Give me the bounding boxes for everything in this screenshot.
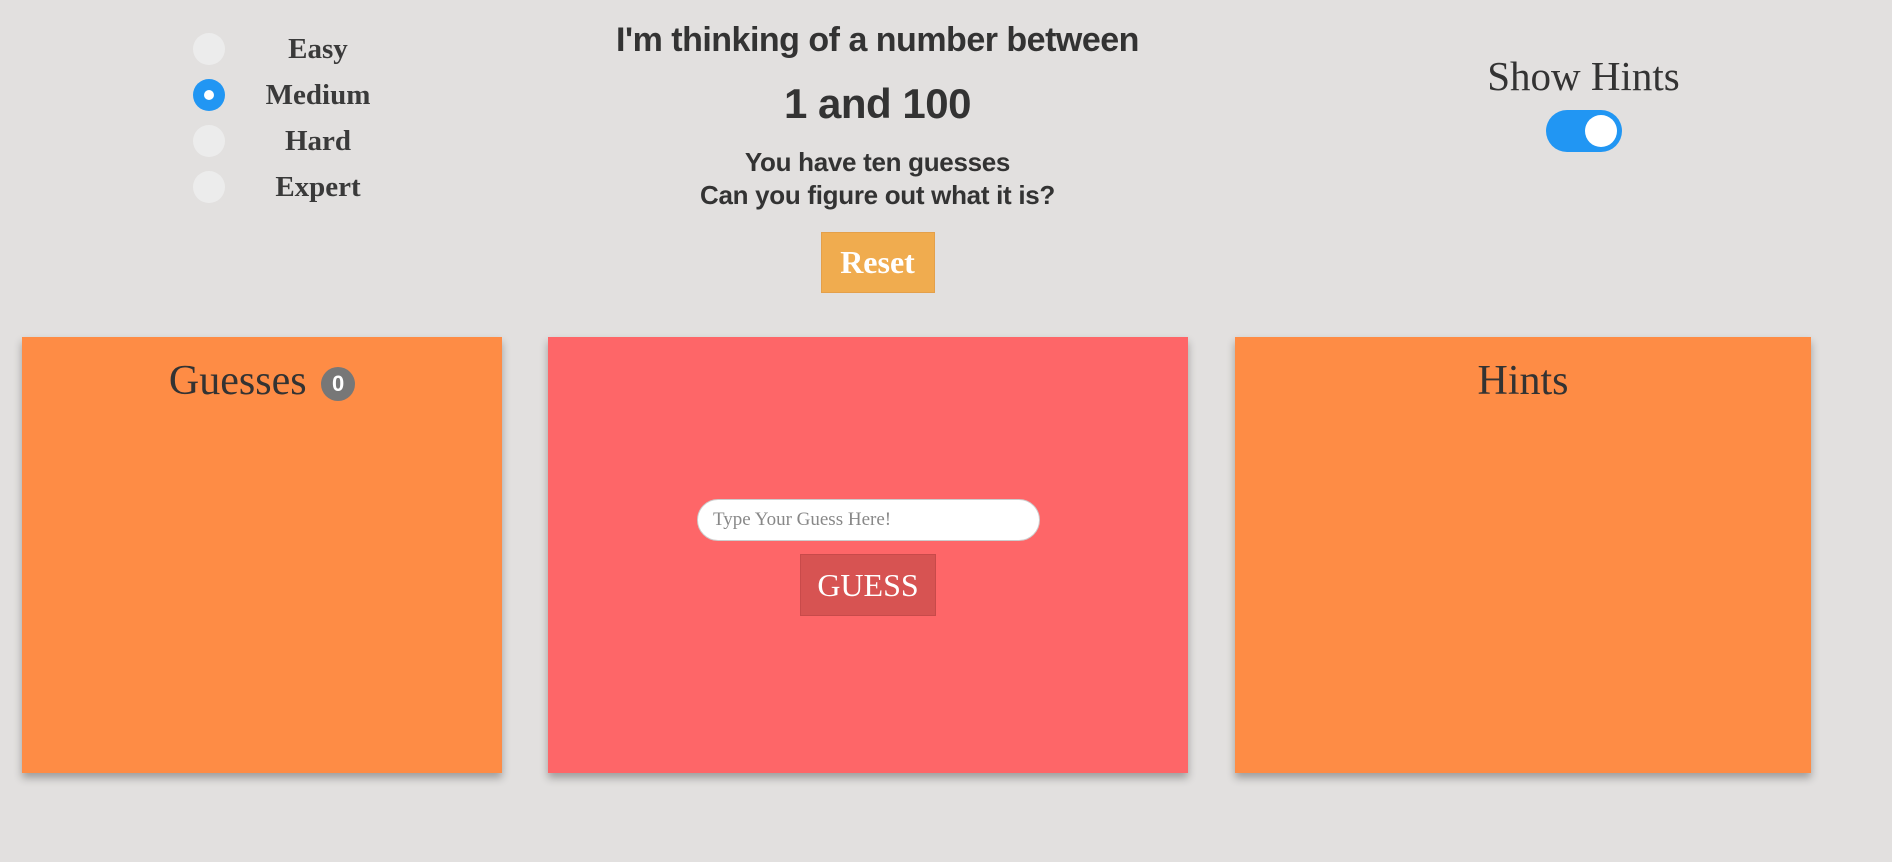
guesses-title: Guesses 0: [22, 357, 502, 405]
guesses-count-text: You have ten guesses: [744, 147, 1011, 177]
difficulty-option-hard[interactable]: Hard: [193, 122, 433, 168]
number-range: 1 and 100: [784, 80, 971, 127]
difficulty-label-medium: Medium: [265, 79, 371, 111]
radio-easy[interactable]: [193, 33, 225, 65]
hints-title: Hints: [1477, 358, 1569, 404]
hints-panel: Hints: [1235, 337, 1811, 773]
show-hints-toggle[interactable]: [1545, 110, 1622, 152]
radio-medium[interactable]: [193, 79, 225, 111]
difficulty-option-easy[interactable]: Easy: [193, 30, 433, 76]
reset-button[interactable]: Reset: [820, 232, 935, 293]
guesses-panel: Guesses 0: [22, 337, 502, 773]
radio-expert[interactable]: [193, 171, 225, 203]
guess-count-badge: 0: [321, 367, 356, 401]
difficulty-option-expert[interactable]: Expert: [193, 168, 433, 214]
show-hints-control: Show Hints: [1440, 48, 1727, 156]
difficulty-label-hard: Hard: [284, 125, 352, 157]
difficulty-label-expert: Expert: [275, 171, 361, 203]
guess-button[interactable]: GUESS: [800, 554, 936, 616]
intro-text: I'm thinking of a number between: [616, 21, 1139, 59]
guess-input[interactable]: [697, 499, 1040, 541]
guess-entry-panel: GUESS: [548, 337, 1188, 773]
guesses-title-label: Guesses: [168, 358, 307, 404]
difficulty-option-medium[interactable]: Medium: [193, 76, 433, 122]
toggle-knob: [1584, 115, 1617, 147]
guesses-allowed-text: You have ten guesses Can you figure out …: [575, 146, 1180, 212]
challenge-text: Can you figure out what it is?: [699, 180, 1055, 210]
difficulty-label-easy: Easy: [288, 33, 348, 65]
radio-hard[interactable]: [193, 125, 225, 157]
game-header: I'm thinking of a number between 1 and 1…: [575, 14, 1180, 293]
show-hints-label: Show Hints: [1487, 53, 1680, 99]
difficulty-selector: Easy Medium Hard Expert: [193, 30, 433, 214]
